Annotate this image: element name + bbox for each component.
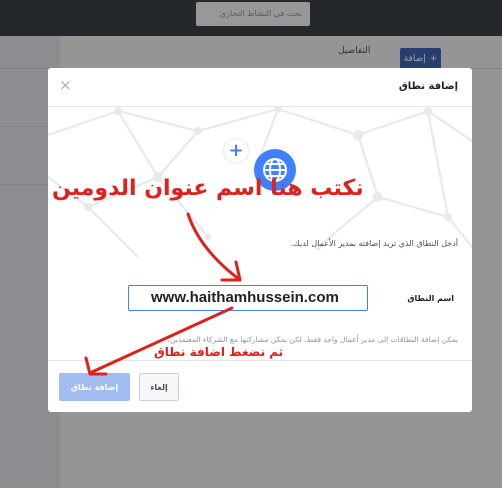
arrow-to-input (186, 212, 242, 282)
annotation-arrows (84, 212, 242, 376)
arrow-to-add-button (90, 306, 234, 374)
